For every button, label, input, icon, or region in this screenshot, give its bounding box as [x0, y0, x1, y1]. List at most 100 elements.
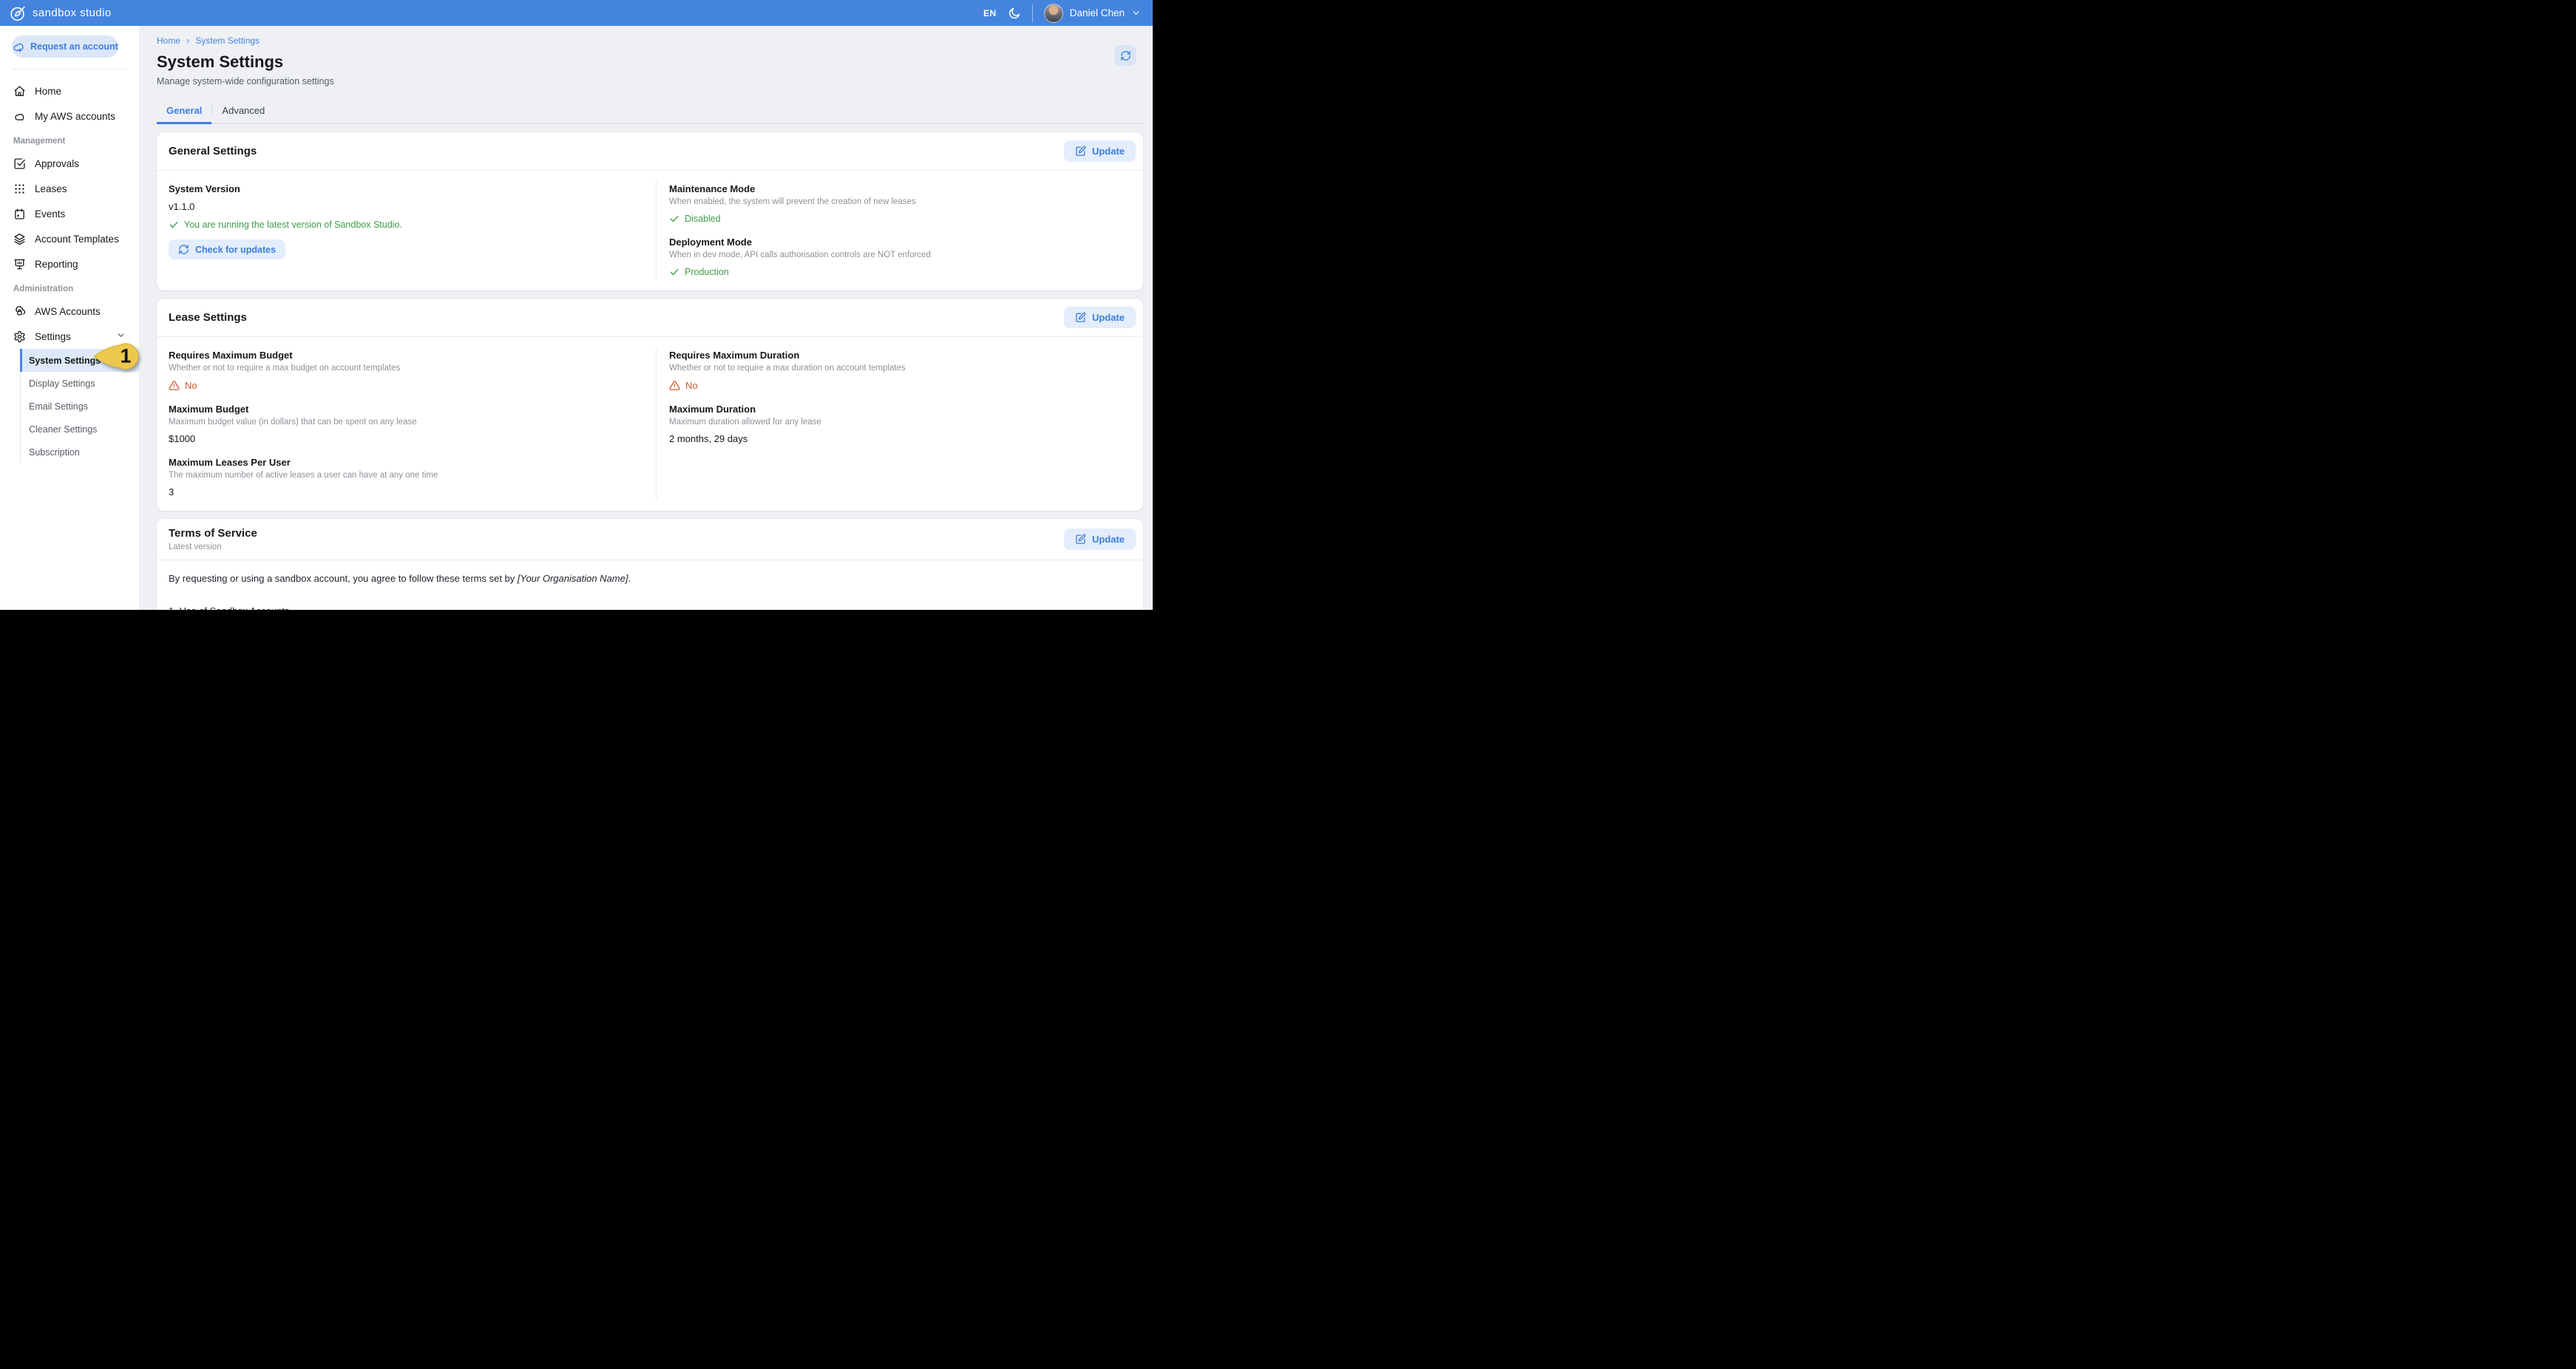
cloud-plus-icon: [12, 41, 24, 53]
user-name: Daniel Chen: [1070, 7, 1125, 18]
card-column-left: System Version v1.1.0 You are running th…: [157, 171, 656, 291]
sidebar-item-home[interactable]: Home: [0, 78, 139, 103]
screenshot-root: sandbox studio EN Daniel Chen: [0, 0, 1159, 616]
field-value: v1.1.0: [169, 201, 638, 212]
card-header: Terms of Service Latest version Update: [157, 519, 1143, 560]
breadcrumb-home[interactable]: Home: [157, 35, 180, 46]
field-maximum-duration: Maximum Duration Maximum duration allowe…: [669, 404, 1125, 444]
check-for-updates-label: Check for updates: [195, 245, 276, 255]
brand-name: sandbox studio: [33, 7, 112, 19]
maintenance-status: Disabled: [669, 214, 1125, 224]
requires-max-budget-value: No: [185, 380, 197, 391]
requires-max-duration-value: No: [685, 380, 698, 391]
request-account-label: Request an account: [30, 41, 118, 52]
card-column-right: Requires Maximum Duration Whether or not…: [656, 337, 1143, 511]
general-settings-update-button[interactable]: Update: [1064, 140, 1136, 162]
field-label: Maximum Budget: [169, 404, 638, 415]
sidebar-subitem-label: Email Settings: [29, 401, 88, 412]
field-description: Whether or not to require a max budget o…: [169, 364, 638, 373]
check-icon: [669, 267, 679, 277]
sidebar-item-label: AWS Accounts: [35, 306, 101, 317]
lease-settings-card: Lease Settings Update Requires Maximum B…: [157, 299, 1143, 511]
moon-icon: [1008, 7, 1021, 20]
field-label: System Version: [169, 183, 638, 194]
sidebar-subitem-subscription[interactable]: Subscription: [21, 441, 139, 463]
tab-general[interactable]: General: [157, 101, 211, 123]
edit-pencil-icon: [1075, 534, 1086, 545]
cloud-lock-icon: [13, 305, 26, 318]
sidebar-item-leases[interactable]: Leases: [0, 176, 139, 201]
field-label: Deployment Mode: [669, 237, 1125, 248]
card-body: Requires Maximum Budget Whether or not t…: [157, 337, 1143, 511]
sidebar-subitem-label: Cleaner Settings: [29, 424, 97, 435]
section-label-management: Management: [0, 129, 139, 151]
topbar-divider: [1032, 4, 1033, 22]
check-for-updates-button[interactable]: Check for updates: [169, 240, 285, 259]
card-header: General Settings Update: [157, 132, 1143, 171]
settings-sub-list: System Settings Display Settings Email S…: [20, 349, 139, 463]
dark-mode-toggle[interactable]: [1008, 7, 1021, 20]
page-refresh-button[interactable]: [1114, 45, 1136, 66]
sidebar-subitem-display-settings[interactable]: Display Settings: [21, 372, 139, 395]
trowel-logo-icon: [10, 4, 27, 21]
sidebar-item-events[interactable]: Events: [0, 201, 139, 226]
check-icon: [669, 214, 679, 224]
edit-pencil-icon: [1075, 146, 1086, 157]
card-title: Lease Settings: [169, 311, 247, 324]
sidebar-item-reporting[interactable]: Reporting: [0, 251, 139, 276]
tab-advanced[interactable]: Advanced: [212, 101, 274, 123]
chevron-down-icon: [116, 330, 126, 342]
breadcrumb-current[interactable]: System Settings: [195, 35, 260, 46]
field-description: Maximum budget value (in dollars) that c…: [169, 418, 638, 427]
general-settings-card: General Settings Update System Version v: [157, 132, 1143, 291]
sidebar-item-label: Account Templates: [35, 234, 119, 245]
user-menu[interactable]: Daniel Chen: [1044, 4, 1141, 23]
column-divider: [656, 347, 657, 500]
maintenance-status-text: Disabled: [685, 214, 721, 224]
sidebar: Request an account Home My AWS accounts …: [0, 26, 139, 610]
sidebar-item-approvals[interactable]: Approvals: [0, 151, 139, 176]
field-value: $1000: [169, 433, 638, 444]
sidebar-subitem-label: Subscription: [29, 447, 80, 458]
column-divider: [656, 181, 657, 280]
brand[interactable]: sandbox studio: [10, 4, 112, 21]
field-maintenance-mode: Maintenance Mode When enabled, the syste…: [669, 183, 1125, 224]
terms-paragraph: By requesting or using a sandbox account…: [169, 572, 1125, 585]
version-status: You are running the latest version of Sa…: [169, 220, 638, 230]
sidebar-item-my-aws-accounts[interactable]: My AWS accounts: [0, 103, 139, 129]
field-deployment-mode: Deployment Mode When in dev mode, API ca…: [669, 237, 1125, 277]
requires-max-duration-status: No: [669, 380, 1125, 391]
sidebar-item-account-templates[interactable]: Account Templates: [0, 226, 139, 251]
update-button-label: Update: [1092, 146, 1125, 157]
sidebar-item-label: Leases: [35, 183, 67, 194]
field-label: Requires Maximum Duration: [669, 350, 1125, 361]
field-requires-max-budget: Requires Maximum Budget Whether or not t…: [169, 350, 638, 391]
card-body: System Version v1.1.0 You are running th…: [157, 171, 1143, 291]
language-switcher[interactable]: EN: [983, 8, 997, 18]
sidebar-subitem-label: Display Settings: [29, 378, 95, 389]
sidebar-item-aws-accounts[interactable]: AWS Accounts: [0, 299, 139, 324]
terms-update-button[interactable]: Update: [1064, 529, 1136, 550]
presentation-icon: [13, 258, 26, 271]
sidebar-subitem-cleaner-settings[interactable]: Cleaner Settings: [21, 418, 139, 441]
request-account-button[interactable]: Request an account: [12, 35, 118, 58]
sidebar-subitem-label: System Settings: [29, 356, 101, 366]
lease-settings-update-button[interactable]: Update: [1064, 307, 1136, 328]
requires-max-budget-status: No: [169, 380, 638, 391]
field-label: Requires Maximum Budget: [169, 350, 638, 361]
sidebar-subitem-email-settings[interactable]: Email Settings: [21, 395, 139, 418]
warning-triangle-icon: [169, 380, 180, 391]
field-max-leases-per-user: Maximum Leases Per User The maximum numb…: [169, 457, 638, 497]
layers-icon: [13, 233, 26, 245]
field-label: Maximum Leases Per User: [169, 457, 638, 468]
sidebar-item-label: My AWS accounts: [35, 111, 115, 122]
deployment-status-text: Production: [685, 267, 729, 277]
sidebar-subitem-system-settings[interactable]: System Settings: [21, 349, 139, 372]
field-description: When in dev mode, API calls authorisatio…: [669, 251, 1125, 259]
field-label: Maintenance Mode: [669, 183, 1125, 194]
sidebar-item-settings[interactable]: Settings: [0, 324, 139, 349]
grid-dots-icon: [13, 183, 26, 195]
check-square-icon: [13, 157, 26, 170]
page-title: System Settings: [157, 52, 1143, 72]
card-title-group: Terms of Service Latest version: [169, 527, 257, 551]
